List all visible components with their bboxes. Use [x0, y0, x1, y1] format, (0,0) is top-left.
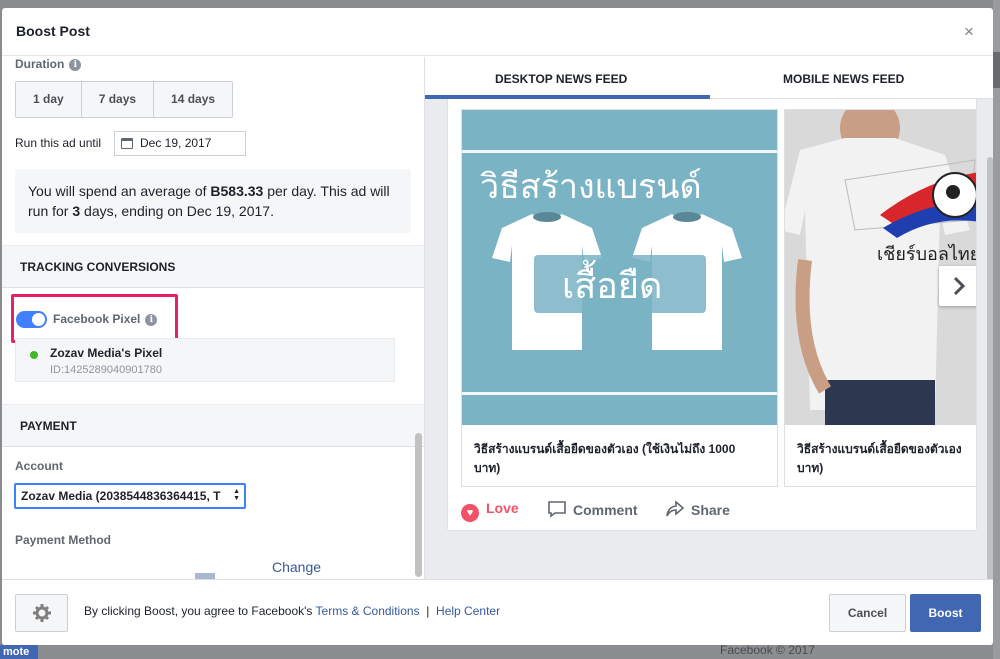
background-page-bottom — [38, 643, 993, 659]
close-icon[interactable]: × — [964, 22, 974, 42]
info-icon[interactable]: i — [69, 59, 82, 71]
background-page-edge — [993, 0, 1000, 659]
background-promote-button: mote — [0, 645, 38, 659]
run-until-label: Run this ad until — [15, 136, 102, 150]
facebook-pixel-label: Facebook Pixel i — [53, 312, 158, 326]
terms-link[interactable]: Terms & Conditions — [316, 604, 420, 618]
background-footer-text: Facebook © 2017 — [720, 643, 815, 657]
gear-icon — [33, 604, 51, 622]
tab-desktop-news-feed[interactable]: DESKTOP NEWS FEED — [495, 72, 627, 86]
account-label: Account — [15, 459, 63, 473]
image-title-text: วิธีสร้างแบรนด์ — [480, 167, 702, 207]
carousel-card[interactable]: วิธีสร้างแบรนด์ เสื้อยืด วิธีสร้างแบรนด์… — [461, 109, 778, 487]
boost-post-dialog: Boost Post × Duration i 1 day 7 days 14 d… — [2, 8, 993, 645]
duration-label: Duration i — [15, 57, 82, 71]
settings-button[interactable] — [15, 594, 68, 632]
preview-panel: DESKTOP NEWS FEED MOBILE NEWS FEED วิธีส… — [425, 57, 993, 579]
preview-tabs: DESKTOP NEWS FEED MOBILE NEWS FEED — [425, 57, 993, 99]
left-panel-scrollbar[interactable] — [415, 433, 422, 577]
payment-header: PAYMENT — [2, 404, 424, 447]
calendar-icon — [121, 138, 133, 149]
shirt-print-text: เชียร์บอลไทย — [877, 243, 977, 265]
image-subtitle-text: เสื้อยืด — [562, 259, 662, 307]
pixel-card: Zozav Media's Pixel ID:1425289040901780 — [15, 338, 395, 382]
dialog-header: Boost Post × — [2, 8, 993, 56]
run-days-count: 3 — [72, 203, 81, 219]
info-icon[interactable]: i — [145, 314, 158, 326]
carousel-next-button[interactable] — [939, 266, 976, 306]
share-icon — [666, 500, 685, 517]
card-image: วิธีสร้างแบรนด์ เสื้อยืด — [462, 110, 777, 425]
dialog-title: Boost Post — [16, 23, 90, 39]
account-select[interactable]: Zozav Media (2038544836364415, T ▲ ▼ — [14, 483, 246, 509]
post-preview: วิธีสร้างแบรนด์ เสื้อยืด วิธีสร้างแบรนด์… — [447, 99, 977, 531]
end-date-picker[interactable]: Dec 19, 2017 — [114, 131, 246, 156]
payment-method-label: Payment Method — [15, 533, 112, 547]
pixel-name: Zozav Media's Pixel — [50, 346, 163, 360]
background-scrollbar — [993, 52, 1000, 88]
comment-button[interactable]: Comment — [547, 500, 638, 518]
status-dot-icon — [30, 351, 38, 359]
tracking-conversions-header: TRACKING CONVERSIONS — [2, 245, 424, 288]
tab-mobile-news-feed[interactable]: MOBILE NEWS FEED — [783, 72, 904, 86]
pixel-id: ID:1425289040901780 — [50, 364, 162, 376]
terms-notice: By clicking Boost, you agree to Facebook… — [84, 604, 501, 618]
love-button[interactable]: ♥ Love — [461, 500, 519, 522]
duration-14-days-button[interactable]: 14 days — [154, 82, 232, 117]
help-center-link[interactable]: Help Center — [436, 604, 500, 618]
duration-options: 1 day 7 days 14 days — [15, 81, 234, 118]
share-button[interactable]: Share — [665, 500, 730, 518]
duration-7-days-button[interactable]: 7 days — [82, 82, 155, 117]
post-actions: ♥ Love Comment Share — [461, 494, 971, 524]
comment-icon — [548, 501, 566, 518]
daily-spend-amount: B583.33 — [210, 183, 264, 199]
card-caption: วิธีสร้างแบรนด์เสื้อยืดของตัวเอง (ใช้เงิ… — [474, 442, 736, 475]
card-caption: วิธีสร้างแบรนด์เสื้อยืดของตัวเอง บาท) — [797, 442, 962, 475]
boost-button[interactable]: Boost — [910, 594, 981, 632]
heart-icon: ♥ — [461, 504, 479, 522]
spend-summary: You will spend an average of B583.33 per… — [15, 169, 411, 233]
chevron-right-icon — [953, 276, 966, 296]
cancel-button[interactable]: Cancel — [829, 594, 906, 632]
select-arrows-icon: ▲ ▼ — [233, 488, 240, 502]
dialog-footer: By clicking Boost, you agree to Facebook… — [2, 579, 993, 645]
tshirt-illustration: วิธีสร้างแบรนด์ เสื้อยืด — [462, 150, 777, 395]
facebook-pixel-toggle[interactable] — [16, 311, 47, 328]
duration-1-day-button[interactable]: 1 day — [16, 82, 82, 117]
preview-scrollbar[interactable] — [987, 157, 993, 579]
settings-panel: Duration i 1 day 7 days 14 days Run this … — [2, 57, 424, 579]
end-date-value: Dec 19, 2017 — [140, 136, 212, 150]
toggle-knob — [32, 313, 45, 326]
change-payment-link[interactable]: Change — [272, 559, 321, 575]
